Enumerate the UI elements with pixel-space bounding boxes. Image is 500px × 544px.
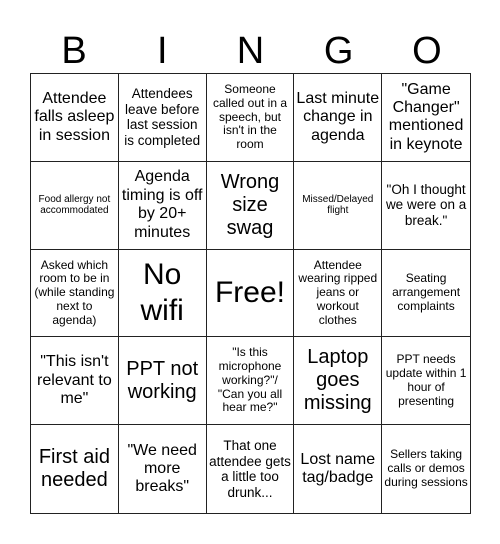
bingo-cell[interactable]: Attendees leave before last session is c…: [118, 74, 207, 162]
bingo-cell[interactable]: "We need more breaks": [119, 425, 207, 513]
bingo-cell[interactable]: Seating arrangement complaints: [382, 250, 470, 338]
bingo-cell[interactable]: PPT needs update within 1 hour of presen…: [382, 337, 470, 426]
bingo-cell[interactable]: "Game Changer" mentioned in keynote: [382, 74, 470, 162]
bingo-cell[interactable]: Last minute change in agenda: [294, 74, 383, 162]
cell-text: Attendees leave before last session is c…: [124, 86, 201, 148]
bingo-cell[interactable]: PPT not working: [118, 337, 207, 426]
cell-text: Wrong size swag: [220, 170, 280, 239]
cell-text: "Oh I thought we were on a break.": [385, 181, 467, 228]
bingo-cell[interactable]: Attendee falls asleep in session: [31, 74, 119, 162]
cell-text: Last minute change in agenda: [296, 89, 380, 144]
cell-text: Lost name tag/badge: [300, 450, 376, 487]
bingo-cell[interactable]: That one attendee gets a little too drun…: [207, 425, 295, 513]
header-letter-i: I: [157, 29, 168, 72]
bingo-cell[interactable]: Asked which room to be in (while standin…: [31, 249, 119, 338]
free-space-text: Free!: [214, 275, 285, 309]
bingo-cell[interactable]: "Oh I thought we were on a break.": [382, 162, 470, 250]
header-letter-n: N: [236, 29, 265, 72]
header-letter-g: G: [323, 29, 354, 72]
cell-text: Agenda timing is off by 20+ minutes: [121, 168, 203, 241]
bingo-header: B I N G O: [30, 28, 471, 73]
bingo-cell[interactable]: Attendee wearing ripped jeans or workout…: [294, 249, 383, 338]
bingo-cell[interactable]: Someone called out in a speech, but isn'…: [206, 74, 295, 162]
cell-text: PPT not working: [126, 357, 199, 403]
cell-text: "Is this microphone working?"/ "Can you …: [217, 345, 283, 415]
cell-text: No wifi: [140, 257, 184, 327]
bingo-cell[interactable]: Laptop goes missing: [294, 337, 383, 426]
cell-text: Food allergy not accommodated: [38, 193, 111, 217]
bingo-cell[interactable]: No wifi: [118, 249, 207, 338]
bingo-cell[interactable]: First aid needed: [31, 425, 119, 513]
cell-text: Laptop goes missing: [303, 346, 372, 415]
bingo-cell[interactable]: "This isn't relevant to me": [31, 337, 119, 426]
cell-text: Attendee falls asleep in session: [34, 89, 115, 144]
header-letter-b: B: [61, 29, 87, 72]
header-letter-o: O: [412, 29, 442, 72]
bingo-cell[interactable]: Wrong size swag: [206, 161, 295, 250]
cell-text: That one attendee gets a little too drun…: [209, 438, 291, 500]
cell-text: Sellers taking calls or demos during ses…: [384, 447, 468, 489]
cell-text: PPT needs update within 1 hour of presen…: [385, 352, 467, 408]
cell-text: "This isn't relevant to me": [37, 353, 112, 407]
free-space-cell[interactable]: Free!: [206, 249, 295, 338]
bingo-cell[interactable]: Missed/Delayed flight: [294, 161, 383, 250]
cell-text: Asked which room to be in (while standin…: [34, 257, 115, 327]
bingo-grid: Attendee falls asleep in session Attende…: [30, 73, 471, 514]
bingo-cell[interactable]: "Is this microphone working?"/ "Can you …: [206, 337, 295, 426]
bingo-cell[interactable]: Sellers taking calls or demos during ses…: [382, 425, 470, 513]
bingo-cell[interactable]: Food allergy not accommodated: [31, 161, 119, 250]
cell-text: Missed/Delayed flight: [302, 193, 374, 217]
cell-text: Someone called out in a speech, but isn'…: [212, 81, 288, 152]
cell-text: First aid needed: [38, 446, 110, 492]
cell-text: "Game Changer" mentioned in keynote: [388, 80, 464, 153]
cell-text: Seating arrangement complaints: [392, 271, 461, 313]
bingo-cell[interactable]: Lost name tag/badge: [294, 425, 383, 513]
bingo-cell[interactable]: Agenda timing is off by 20+ minutes: [118, 161, 207, 250]
cell-text: "We need more breaks": [127, 441, 197, 496]
cell-text: Attendee wearing ripped jeans or workout…: [298, 257, 378, 327]
